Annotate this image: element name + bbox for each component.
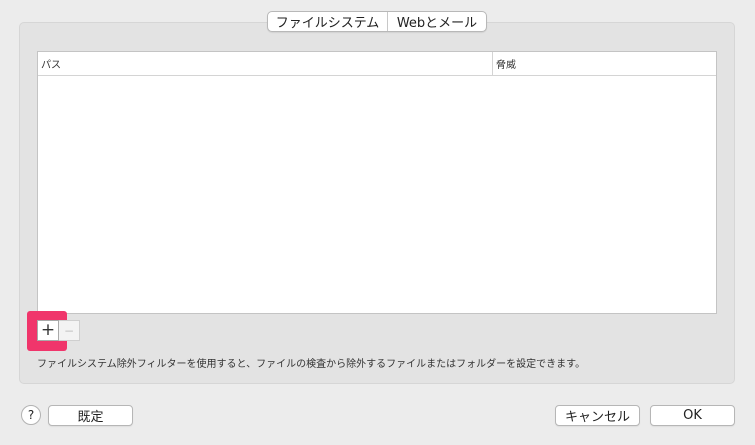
exclusions-table: パス 脅威 — [37, 51, 717, 314]
remove-button[interactable]: − — [59, 320, 80, 341]
column-header-threat[interactable]: 脅威 — [493, 52, 716, 75]
tab-web-and-mail[interactable]: Webとメール — [388, 12, 486, 31]
tab-file-system[interactable]: ファイルシステム — [268, 12, 388, 31]
description-text: ファイルシステム除外フィルターを使用すると、ファイルの検査から除外するファイルま… — [37, 359, 586, 370]
default-button[interactable]: 既定 — [48, 405, 133, 426]
cancel-button[interactable]: キャンセル — [555, 405, 640, 426]
table-header: パス 脅威 — [38, 52, 716, 76]
help-button[interactable]: ? — [21, 405, 41, 425]
add-button[interactable]: + — [37, 320, 59, 341]
column-header-path[interactable]: パス — [38, 52, 493, 75]
tab-segmented-control: ファイルシステム Webとメール — [267, 11, 487, 32]
ok-button[interactable]: OK — [650, 405, 735, 426]
